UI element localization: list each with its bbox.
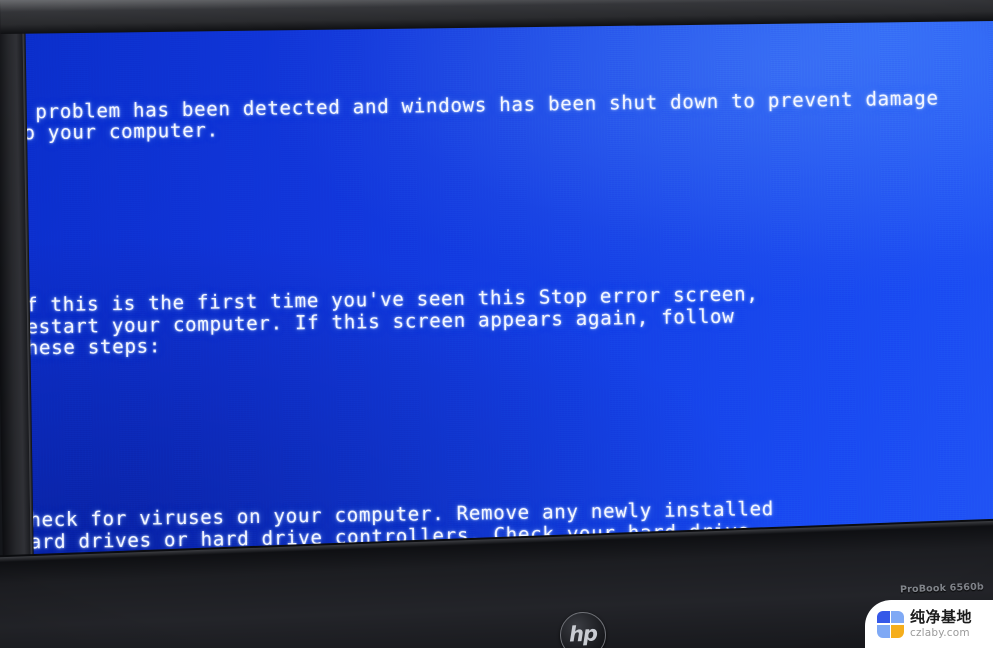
- bsod-paragraph-intro: A problem has been detected and windows …: [20, 86, 993, 145]
- logo-quadrant-top-left: [877, 610, 890, 624]
- watermark-text: 纯净基地 czlaby.com: [910, 607, 973, 639]
- logo-quadrant-bottom-left: [877, 624, 890, 638]
- laptop-photo: A problem has been detected and windows …: [0, 0, 993, 648]
- watermark-logo-icon: [877, 610, 904, 638]
- logo-quadrant-top-right: [891, 610, 904, 624]
- site-watermark: 纯净基地 czlaby.com: [865, 600, 993, 648]
- laptop-screen: A problem has been detected and windows …: [20, 7, 993, 581]
- bsod-text-block: A problem has been detected and windows …: [20, 21, 993, 581]
- bezel-top-sheen: [0, 0, 993, 12]
- bsod-spacer: [20, 408, 993, 445]
- bsod-paragraph-first-time: If this is the first time you've seen th…: [20, 279, 993, 359]
- hp-logo-text: hp: [568, 621, 598, 646]
- logo-quadrant-bottom-right: [891, 624, 904, 638]
- bsod-screen: A problem has been detected and windows …: [20, 7, 993, 581]
- watermark-url: czlaby.com: [910, 626, 970, 639]
- watermark-title: 纯净基地: [910, 607, 973, 626]
- bsod-spacer: [20, 193, 993, 230]
